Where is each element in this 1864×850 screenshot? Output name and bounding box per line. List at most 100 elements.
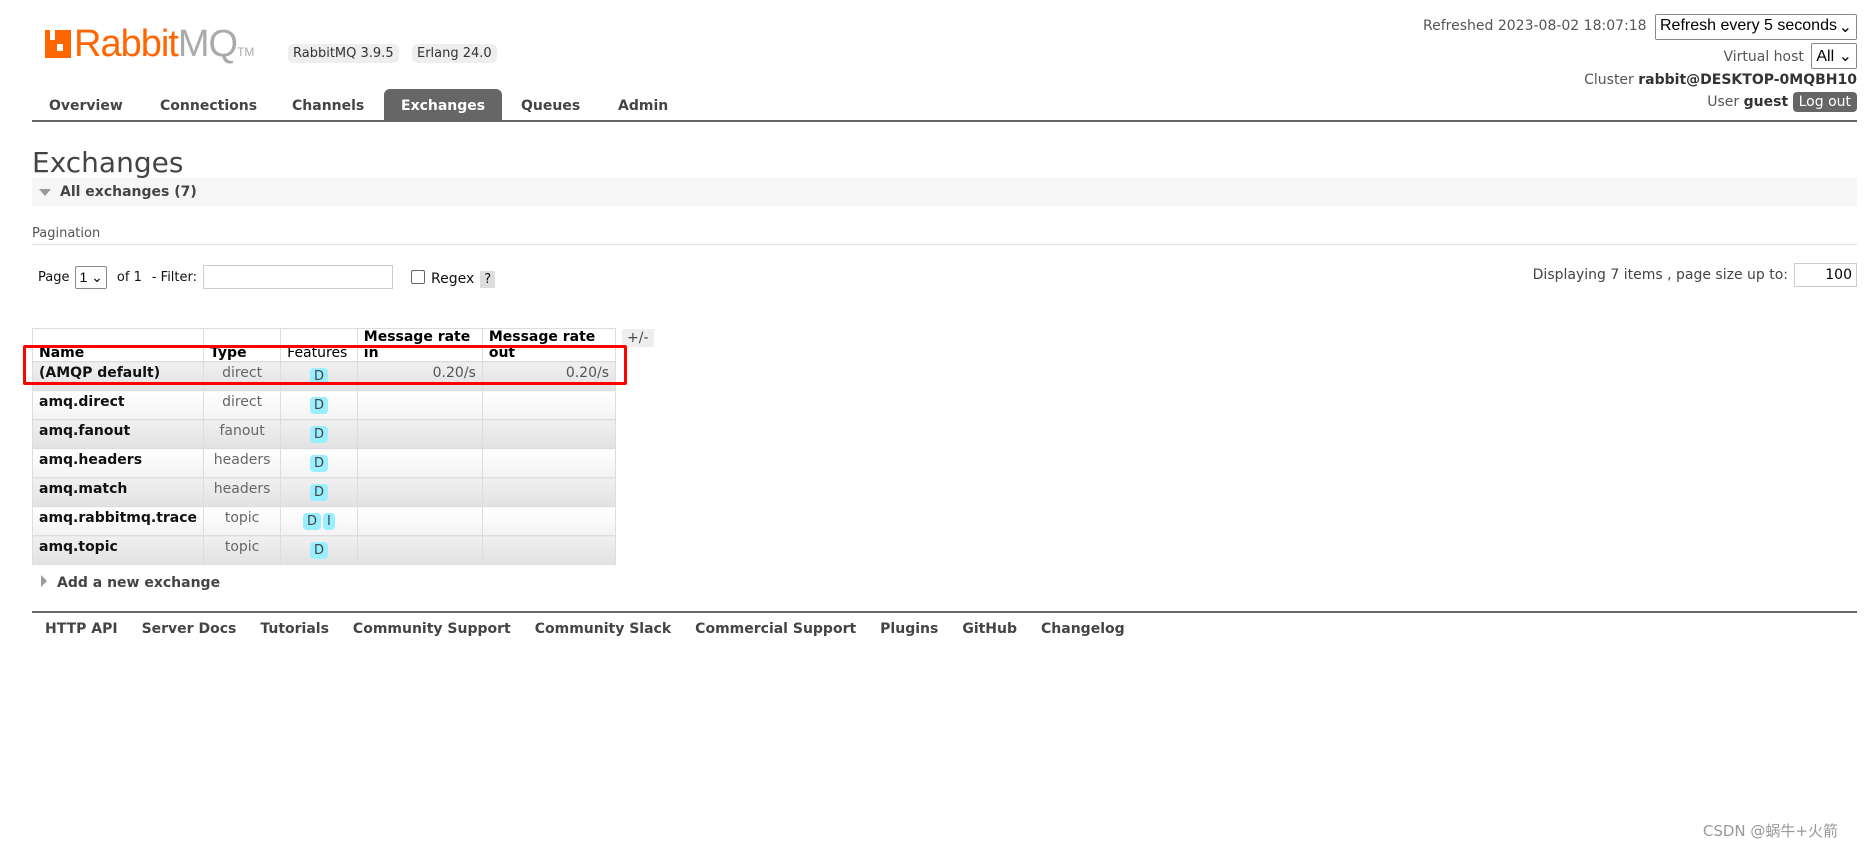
footer-link[interactable]: Commercial Support	[695, 621, 856, 637]
all-exchanges-toggle[interactable]: All exchanges (7)	[32, 178, 1857, 206]
page-size-area: Displaying 7 items , page size up to:	[1533, 263, 1857, 287]
exchange-type: topic	[203, 506, 282, 536]
table-row[interactable]: (AMQP default) direct D 0.20/s 0.20/s	[31, 361, 617, 391]
exchange-name[interactable]: amq.topic	[31, 535, 205, 565]
column-toggle-button[interactable]: +/-	[622, 329, 654, 347]
rate-out	[481, 419, 617, 449]
erlang-badge: Erlang 24.0	[412, 44, 497, 63]
pagination-label: Pagination	[32, 226, 101, 241]
exchange-name[interactable]: amq.rabbitmq.trace	[31, 506, 205, 536]
footer-link[interactable]: Changelog	[1041, 621, 1125, 637]
exchange-name[interactable]: amq.direct	[31, 390, 205, 420]
tab-exchanges[interactable]: Exchanges	[384, 89, 503, 122]
filter-input[interactable]	[203, 265, 394, 289]
rate-in	[356, 448, 483, 478]
footer-link[interactable]: Community Slack	[535, 621, 671, 637]
rate-out	[481, 535, 617, 565]
rate-out	[481, 477, 617, 507]
features: D	[280, 361, 358, 391]
filter-label: - Filter:	[151, 269, 198, 285]
rate-out	[481, 448, 617, 478]
footer-link[interactable]: Community Support	[353, 621, 511, 637]
features: D	[280, 535, 358, 565]
exchange-type: fanout	[203, 419, 282, 449]
tab-connections[interactable]: Connections	[143, 89, 274, 122]
feature-badge: D	[309, 455, 328, 472]
table-row[interactable]: amq.rabbitmq.trace topic D I	[31, 506, 617, 536]
rate-out	[481, 506, 617, 536]
footer-link[interactable]: HTTP API	[45, 621, 118, 637]
exchange-type: direct	[203, 361, 282, 391]
rate-in	[356, 390, 483, 420]
chevron-down-icon: ⌄	[1838, 19, 1852, 36]
footer-link[interactable]: GitHub	[962, 621, 1017, 637]
footer-links: HTTP API Server Docs Tutorials Community Su…	[45, 621, 1149, 637]
footer-divider	[32, 611, 1857, 613]
regex-checkbox[interactable]	[411, 270, 426, 284]
col-rate-out[interactable]: Message rate out	[481, 328, 617, 362]
regex-label: Regex	[431, 271, 475, 287]
divider	[32, 244, 1857, 245]
version-badge: RabbitMQ 3.9.5	[288, 44, 399, 63]
vhost-select[interactable]: All ⌄	[1811, 43, 1857, 69]
features: D	[280, 477, 358, 507]
feature-badge: D	[309, 426, 328, 443]
exchange-name[interactable]: amq.match	[31, 477, 205, 507]
table-row[interactable]: amq.fanout fanout D	[31, 419, 617, 449]
rate-in	[356, 506, 483, 536]
exchange-name[interactable]: (AMQP default)	[31, 361, 205, 391]
tab-queues[interactable]: Queues	[504, 89, 597, 122]
refreshed-timestamp: Refreshed 2023-08-02 18:07:18	[1423, 18, 1647, 34]
col-rate-in[interactable]: Message rate in	[356, 328, 483, 362]
add-exchange-toggle[interactable]: Add a new exchange	[41, 575, 220, 591]
exchange-type: headers	[203, 448, 282, 478]
col-type[interactable]: Type	[203, 328, 282, 362]
page-title: Exchanges	[32, 146, 184, 179]
rate-in	[356, 419, 483, 449]
main-nav: Overview Connections Channels Exchanges …	[32, 89, 1857, 122]
rabbitmq-logo[interactable]: RabbitMQTM	[45, 24, 254, 72]
triangle-right-icon	[41, 575, 47, 587]
features: D	[280, 419, 358, 449]
col-name[interactable]: Name	[31, 328, 205, 362]
exchange-type: topic	[203, 535, 282, 565]
feature-badge: D	[309, 542, 328, 559]
table-row[interactable]: amq.match headers D	[31, 477, 617, 507]
refresh-area: Refreshed 2023-08-02 18:07:18 Refresh ev…	[1423, 14, 1857, 40]
footer-link[interactable]: Plugins	[880, 621, 938, 637]
rate-in	[356, 477, 483, 507]
col-features: Features	[280, 328, 358, 362]
rate-out	[481, 390, 617, 420]
feature-badge: D	[303, 513, 322, 530]
rate-in: 0.20/s	[356, 361, 483, 391]
table-row[interactable]: amq.headers headers D	[31, 448, 617, 478]
page-size-input[interactable]	[1794, 263, 1857, 287]
feature-badge: D	[309, 368, 328, 385]
page-label: Page	[38, 269, 70, 285]
tab-channels[interactable]: Channels	[275, 89, 381, 122]
help-button[interactable]: ?	[480, 270, 496, 288]
features: DI	[280, 506, 358, 536]
footer-link[interactable]: Tutorials	[260, 621, 329, 637]
chevron-down-icon: ⌄	[1838, 48, 1852, 65]
tab-overview[interactable]: Overview	[32, 89, 140, 122]
table-row[interactable]: amq.topic topic D	[31, 535, 617, 565]
page-select[interactable]: 1 ⌄	[75, 265, 107, 289]
footer-link[interactable]: Server Docs	[142, 621, 237, 637]
tab-admin[interactable]: Admin	[601, 89, 685, 122]
cluster-info: Cluster rabbit@DESKTOP-0MQBH10	[1584, 72, 1857, 88]
exchange-name[interactable]: amq.headers	[31, 448, 205, 478]
vhost-area: Virtual host All ⌄	[1723, 43, 1857, 69]
exchange-type: headers	[203, 477, 282, 507]
watermark: CSDN @蜗牛+火箭	[1702, 822, 1838, 840]
exchange-name[interactable]: amq.fanout	[31, 419, 205, 449]
feature-badge: D	[309, 397, 328, 414]
refresh-select[interactable]: Refresh every 5 seconds ⌄	[1655, 14, 1857, 40]
table-row[interactable]: amq.direct direct D	[31, 390, 617, 420]
triangle-down-icon	[39, 189, 51, 196]
exchange-type: direct	[203, 390, 282, 420]
features: D	[280, 390, 358, 420]
displaying-text: Displaying 7 items , page size up to:	[1532, 267, 1788, 283]
feature-badge: D	[309, 484, 328, 501]
rate-in	[356, 535, 483, 565]
